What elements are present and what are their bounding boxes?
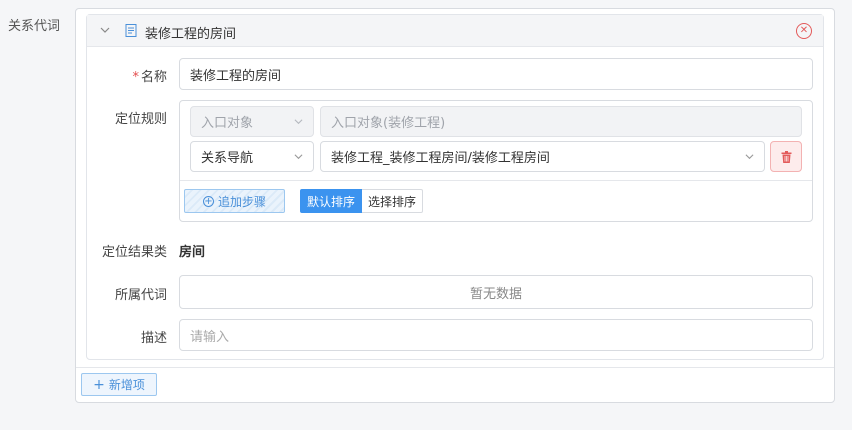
close-icon[interactable]: ✕ [796,23,812,39]
rule-label: 定位规则 [114,112,167,127]
add-step-label: 追加步骤 [217,194,266,209]
name-label: * 名称 [77,66,167,85]
description-label: 描述 [140,331,167,346]
trash-icon [781,150,791,163]
add-step-button[interactable]: + 追加步骤 [184,189,285,213]
default-sort-toggle[interactable]: 默认排序 [300,189,362,213]
step2-type-select[interactable]: 关系导航 [190,141,314,172]
step1-type-value: 入口对象 [201,116,254,131]
add-item-button[interactable]: + 新增项 [81,373,157,396]
chevron-down-icon [294,154,303,160]
chevron-down-icon [745,154,754,160]
choose-sort-toggle[interactable]: 选择排序 [362,189,423,213]
step1-target-select: 入口对象(装修工程) [320,106,802,137]
result-class-value: 房间 [179,245,206,260]
step2-type-value: 关系导航 [201,151,254,166]
step2-target-value: 装修工程_装修工程房间/装修工程房间 [331,151,550,166]
step1-type-select: 入口对象 [190,106,314,137]
document-icon [125,24,137,37]
add-item-label: 新增项 [108,378,145,392]
relation-pronoun-label: 关系代词 [8,19,61,34]
name-label-text: 名称 [140,70,167,85]
result-class-label: 定位结果类 [101,245,167,260]
step2-target-select[interactable]: 装修工程_装修工程房间/装修工程房间 [320,141,765,172]
name-input[interactable]: 装修工程的房间 [179,58,813,90]
step1-target-value: 入口对象(装修工程) [331,116,446,131]
required-mark: * [132,70,139,85]
delete-step-button[interactable] [770,141,802,172]
plus-circle-icon: + [202,195,214,207]
footer-divider [76,367,834,368]
description-input[interactable]: 请输入 [179,319,813,351]
chevron-down-icon [294,119,303,125]
card-title: 装修工程的房间 [145,27,237,42]
owner-pronoun-label: 所属代词 [114,288,167,303]
rule-divider [180,180,812,181]
plus-icon: + [93,376,105,393]
owner-pronoun-select[interactable]: 暂无数据 [179,275,813,309]
chevron-down-icon[interactable] [100,25,110,35]
